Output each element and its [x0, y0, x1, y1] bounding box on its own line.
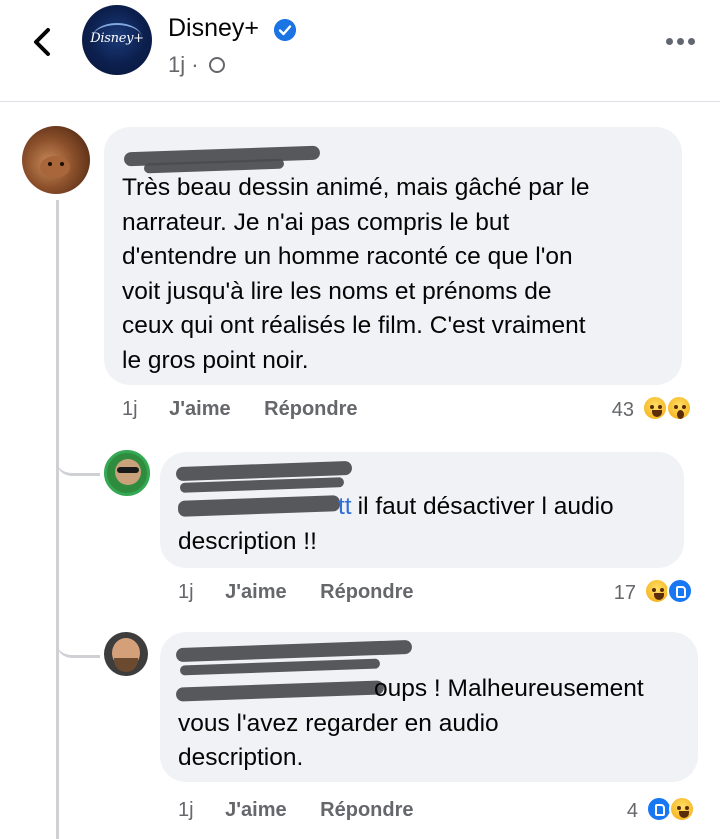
- comment-text: oups ! Malheureusement vous l'avez regar…: [178, 672, 644, 776]
- comment-line: d'entendre un homme raconté ce que l'on: [122, 243, 573, 270]
- mention-link[interactable]: tt: [338, 493, 352, 520]
- comment-line: tt il faut désactiver l audio: [178, 490, 614, 525]
- commenter-avatar[interactable]: [104, 632, 148, 676]
- comment-time[interactable]: 1j: [122, 398, 138, 420]
- comment-text: Très beau dessin animé, mais gâché par l…: [122, 171, 590, 378]
- comment-line: vous l'avez regarder en audio: [178, 709, 499, 737]
- comment-line: description.: [178, 744, 304, 771]
- reply-button[interactable]: Répondre: [320, 799, 413, 821]
- comment-bubble: tt il faut désactiver l audio description…: [160, 452, 684, 568]
- thread-line: [56, 200, 59, 839]
- like-button[interactable]: J'aime: [225, 799, 286, 821]
- like-button[interactable]: J'aime: [169, 398, 230, 420]
- page-logo: Disney+: [90, 31, 144, 46]
- comment-time[interactable]: 1j: [178, 581, 194, 603]
- comment-line: le gros point noir.: [122, 346, 309, 374]
- reply-connector: [56, 440, 100, 476]
- comment-line: oups ! Malheureusement: [178, 672, 644, 707]
- comment-line-text: il faut désactiver l audio: [357, 493, 614, 520]
- reaction-count[interactable]: 17: [600, 582, 636, 605]
- commenter-avatar[interactable]: [22, 126, 90, 194]
- more-options-icon[interactable]: [666, 38, 696, 46]
- comment-line: ceux qui ont réalisés le film. C'est vra…: [122, 312, 586, 339]
- haha-reaction-icon: [642, 395, 668, 421]
- comment-line: description !!: [178, 527, 317, 555]
- reply-button[interactable]: Répondre: [320, 581, 413, 603]
- comment-bubble: oups ! Malheureusement vous l'avez regar…: [160, 632, 698, 782]
- reaction-count[interactable]: 43: [596, 399, 634, 422]
- reply-button[interactable]: Répondre: [264, 398, 357, 420]
- comment-actions: 1j J'aime Répondre: [178, 799, 442, 822]
- comment-line: Très beau dessin animé, mais gâché par l…: [122, 174, 590, 201]
- meta-separator: ·: [191, 52, 199, 77]
- comment-line: voit jusqu'à lire les noms et prénoms de: [122, 277, 552, 305]
- post-time[interactable]: 1j: [168, 52, 185, 77]
- comment-text: tt il faut désactiver l audio description…: [178, 490, 614, 559]
- comment-time[interactable]: 1j: [178, 799, 194, 821]
- globe-icon: [208, 57, 225, 73]
- page-avatar[interactable]: Disney+: [82, 5, 152, 75]
- haha-reaction-icon: [669, 796, 695, 822]
- page-name[interactable]: Disney+: [168, 14, 259, 43]
- like-button[interactable]: J'aime: [225, 581, 286, 603]
- verified-badge-icon: [274, 19, 296, 41]
- back-arrow-icon[interactable]: [26, 22, 60, 62]
- commenter-avatar[interactable]: [104, 450, 150, 496]
- comment-actions: 1j J'aime Répondre: [178, 581, 442, 604]
- comment-line-text: oups ! Malheureusement: [374, 675, 644, 702]
- wow-reaction-icon: [666, 395, 692, 421]
- comment-line: narrateur. Je n'ai pas compris le but: [122, 208, 510, 236]
- post-meta: 1j ·: [168, 52, 225, 78]
- post-header: Disney+ Disney+ 1j ·: [0, 0, 720, 102]
- like-reaction-icon: [667, 578, 693, 604]
- comment-actions: 1j J'aime Répondre: [122, 398, 386, 421]
- comment-bubble: Très beau dessin animé, mais gâché par l…: [104, 127, 682, 385]
- reply-connector: [56, 622, 100, 658]
- reaction-count[interactable]: 4: [608, 800, 638, 823]
